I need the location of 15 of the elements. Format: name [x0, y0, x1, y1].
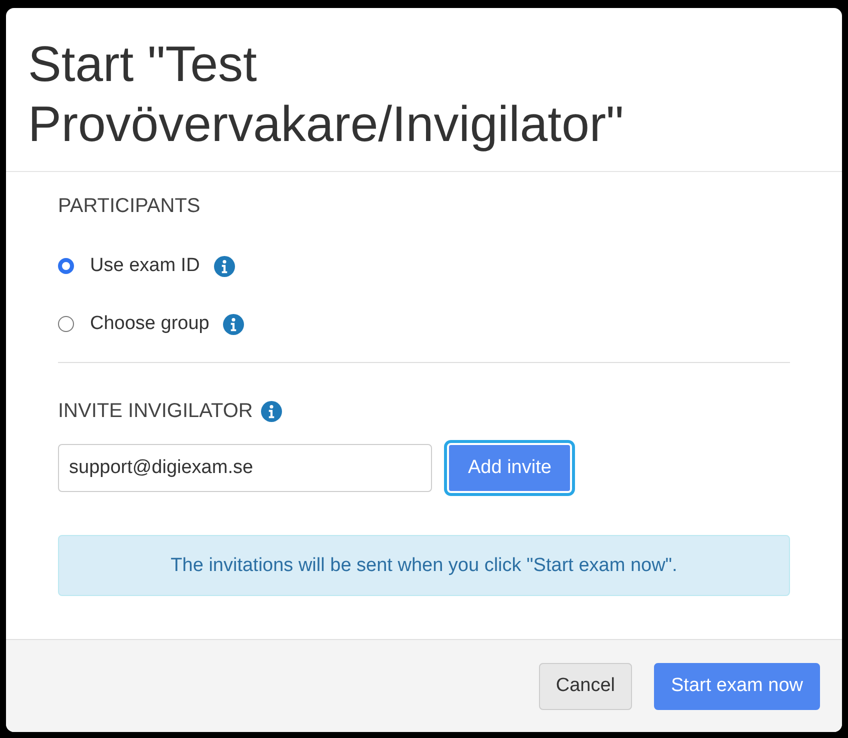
- email-field[interactable]: support@digiexam.se: [58, 444, 432, 492]
- info-alert: The invitations will be sent when you click "Start exam now".: [58, 535, 790, 596]
- radio-label: Use exam ID: [90, 255, 200, 277]
- info-icon[interactable]: [223, 314, 244, 334]
- start-button[interactable]: Start exam now: [654, 662, 820, 710]
- radio-button[interactable]: [58, 316, 74, 332]
- cancel-button[interactable]: Cancel: [538, 662, 632, 710]
- info-icon[interactable]: [214, 256, 235, 276]
- section-heading: PARTICIPANTS: [58, 194, 200, 218]
- info-icon[interactable]: [260, 400, 282, 422]
- add-invite-button[interactable]: Add invite: [447, 443, 572, 493]
- section-heading: INVITE INVIGILATOR: [58, 400, 253, 422]
- radio-label: Choose group: [90, 313, 210, 335]
- dialog-title: Start "Test Provövervakare/Invigilator": [28, 34, 625, 154]
- radio-button[interactable]: [58, 258, 74, 274]
